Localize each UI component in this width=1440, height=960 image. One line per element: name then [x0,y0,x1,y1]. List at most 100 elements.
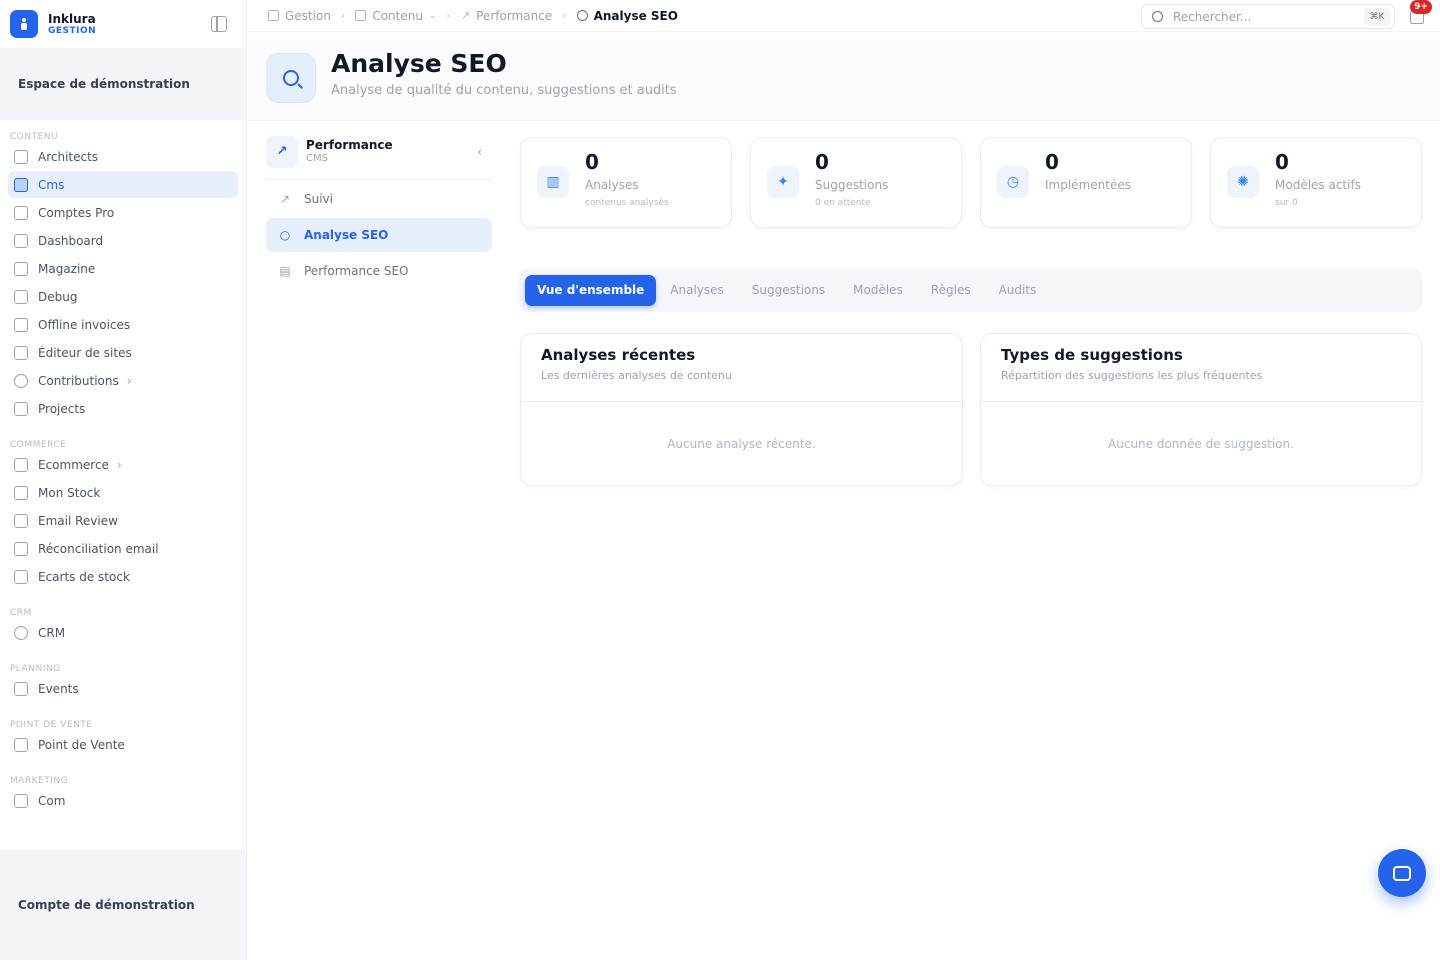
sidebar-item-magazine[interactable]: Magazine [8,255,238,282]
trend-icon: ↗ [279,192,291,206]
tab-regles[interactable]: Règles [917,275,985,306]
check-circle-icon: ◷ [997,166,1029,198]
tab-overview[interactable]: Vue d'ensemble [525,274,657,306]
sidebar-item-label: Mon Stock [38,485,101,500]
trend-icon: ↗ [460,9,471,22]
brand-name: Inklura [48,11,96,26]
sidebar-item-label: Offline invoices [38,317,131,332]
sidebar: Inklura GESTION Espace de démonstration … [0,0,247,960]
sidebar-item-comptes-pro[interactable]: Comptes Pro [8,199,238,226]
subnav-item-label: Performance SEO [304,264,409,278]
brand-subtitle: GESTION [48,25,97,36]
sidebar-item-dashboard[interactable]: Dashboard [8,227,238,254]
subnav-item-analyse-seo[interactable]: ○ Analyse SEO [266,218,492,252]
breadcrumb-separator: › [446,9,451,22]
stat-card-implementees: ◷ 0 Implémentées [980,137,1192,228]
nav-section-title: POINT DE VENTE [10,720,93,730]
sidebar-item-ecarts-de-stock[interactable]: Ecarts de stock [8,563,238,590]
stat-card-analyses: ▥ 0 Analyses contenus analysés [520,137,732,228]
cart-icon [14,513,28,528]
home-icon [268,10,279,21]
calendar-icon [14,681,28,696]
panel-title: Analyses récentes [541,346,696,364]
sidebar-item-offline-invoices[interactable]: Offline invoices [8,311,238,338]
sidebar-item-label: Magazine [38,261,96,276]
newspaper-icon [14,261,28,276]
breadcrumb-label: Gestion [285,8,331,23]
stat-note: contenus analysés [585,198,669,208]
sidebar-item-events[interactable]: Events [8,675,238,702]
stat-card-modeles: ✺ 0 Modèles actifs sur 0 [1210,137,1422,228]
sidebar-item-mon-stock[interactable]: Mon Stock [8,479,238,506]
sidebar-item-label: Debug [38,289,78,304]
panel-recent-analyses: Analyses récentes Les dernières analyses… [520,333,963,486]
breadcrumb-contenu[interactable]: Contenu ⌄ [355,9,437,23]
document-icon [14,205,28,220]
tab-analyses[interactable]: Analyses [656,275,738,306]
sidebar-item-contributions[interactable]: Contributions › [8,367,238,394]
sidebar-item-label: Dashboard [38,233,104,248]
sidebar-collapse-icon[interactable] [211,16,227,32]
tab-audits[interactable]: Audits [985,275,1051,306]
brand[interactable]: Inklura GESTION [0,0,246,48]
sidebar-item-projects[interactable]: Projects [8,395,238,422]
sidebar-item-email-review[interactable]: Email Review [8,507,238,534]
sidebar-item-architects[interactable]: Architects [8,143,238,170]
sidebar-item-label: Comptes Pro [38,205,115,220]
subnav-item-performance-seo[interactable]: ▤ Performance SEO [266,254,492,288]
subnav-header: ↗ Performance CMS ‹ [266,130,492,180]
nav-section-title: CONTENU [10,132,59,142]
sidebar-item-label: Events [38,681,79,696]
sidebar-item-ecommerce[interactable]: Ecommerce › [8,451,238,478]
sidebar-item-cms[interactable]: Cms [8,171,238,198]
breadcrumb-gestion[interactable]: Gestion [268,9,331,23]
sidebar-item-label: Éditeur de sites [38,345,132,360]
chat-button[interactable] [1378,849,1426,897]
tab-modeles[interactable]: Modèles [839,275,917,306]
inbox-icon [14,373,28,388]
invoice-icon [14,317,28,332]
subnav-item-suivi[interactable]: ↗ Suivi [266,182,492,216]
sidebar-item-com[interactable]: Com [8,787,238,814]
empty-state: Aucune donnée de suggestion. [1108,437,1294,451]
account-switcher[interactable]: Compte de démonstration [0,850,246,960]
sidebar-item-point-de-vente[interactable]: Point de Vente [8,731,238,758]
topbar: Gestion › Contenu ⌄ › ↗ Performance › An… [248,0,1440,32]
breadcrumb-performance[interactable]: ↗ Performance [461,9,552,23]
sidebar-item-debug[interactable]: Debug [8,283,238,310]
breadcrumb-label: Analyse SEO [593,8,678,23]
tab-suggestions[interactable]: Suggestions [738,275,839,306]
sidebar-item-label: Email Review [38,513,118,528]
sidebar-item-label: Cms [38,177,65,192]
sidebar-item-editeur-de-sites[interactable]: Éditeur de sites [8,339,238,366]
sidebar-item-crm[interactable]: CRM [8,619,238,646]
nav-section-title: COMMERCE [10,440,67,450]
panel-title: Types de suggestions [1001,346,1183,364]
cart-icon [14,569,28,584]
gear-icon: ✺ [1227,166,1259,198]
page-subtitle: Analyse de qualité du contenu, suggestio… [331,83,677,98]
notification-badge: 9+ [1410,0,1432,14]
chevron-left-icon[interactable]: ‹ [477,145,482,159]
workspace-switcher[interactable]: Espace de démonstration [0,48,246,120]
sidebar-item-label: Contributions [38,373,119,388]
sidebar-item-label: CRM [38,625,66,640]
document-icon [14,177,28,192]
users-icon [14,625,28,640]
megaphone-icon [14,793,28,808]
sidebar-item-reconciliation-email[interactable]: Réconciliation email [8,535,238,562]
subnav-title: Performance [306,138,393,153]
chevron-right-icon: › [116,457,122,472]
cart-icon [14,541,28,556]
sidebar-item-label: Réconciliation email [38,541,159,556]
sidebar-item-label: Projects [38,401,86,416]
terminal-icon [14,345,28,360]
search-icon [576,10,588,21]
chevron-down-icon: ⌄ [428,10,437,21]
nav-section-title: MARKETING [10,776,69,786]
search-input[interactable]: Rechercher... ⌘K [1141,4,1395,29]
breadcrumb-separator: › [562,9,567,22]
subnav-subtitle: CMS [306,152,328,164]
bar-chart-icon: ▥ [537,166,569,198]
panel-suggestion-types: Types de suggestions Répartition des sug… [980,333,1422,486]
